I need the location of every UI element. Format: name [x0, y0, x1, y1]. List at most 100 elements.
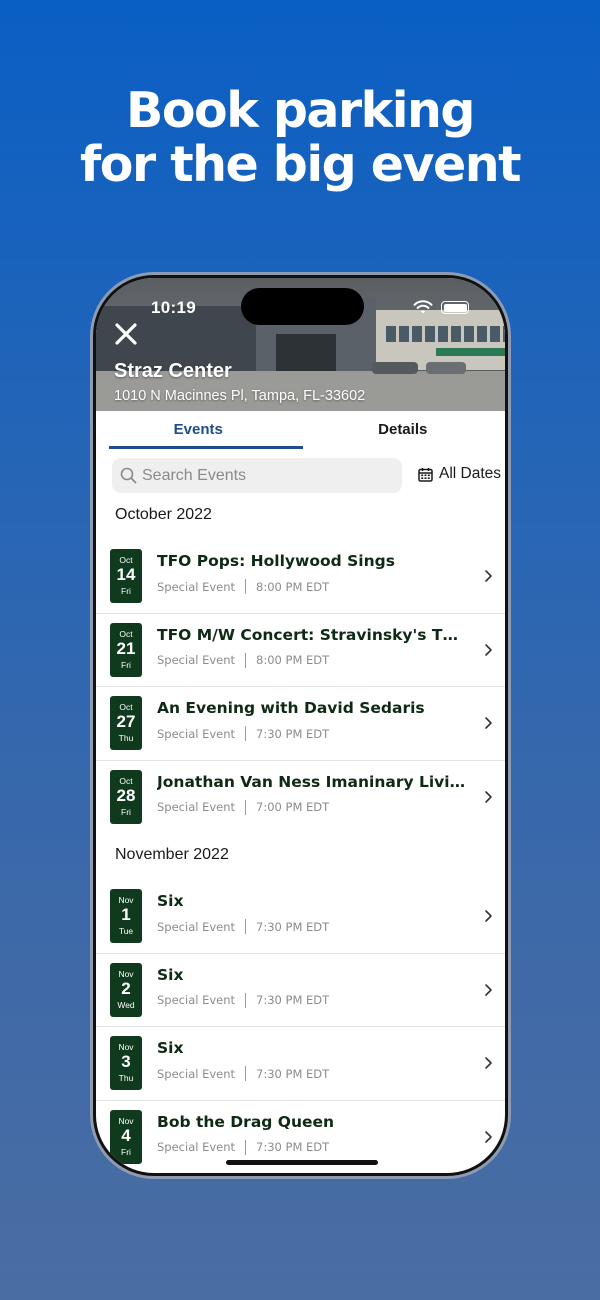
event-title: An Evening with David Sedaris — [157, 699, 425, 717]
event-title: Six — [157, 965, 184, 984]
meta-divider — [245, 726, 247, 741]
event-time: 7:30 PM EDT — [256, 1140, 330, 1154]
badge-day: 27 — [116, 712, 136, 731]
date-badge: Oct 28 Fri — [110, 769, 142, 824]
headline-line-2: for the big event — [79, 136, 522, 193]
meta-divider — [245, 919, 247, 934]
month-header: November 2022 — [115, 846, 229, 863]
event-meta: Special Event 7:00 PM EDT — [157, 799, 330, 815]
badge-day: 4 — [121, 1125, 131, 1145]
badge-month: Oct — [119, 555, 133, 565]
phone-frame: 10:19 Straz Center 1010 N Macinnes Pl, T… — [90, 272, 511, 1179]
meta-divider — [245, 992, 247, 1008]
battery-icon — [441, 301, 469, 314]
event-type: Special Event — [157, 800, 236, 814]
event-row[interactable]: Oct 28 Fri Jonathan Van Ness Imaninary L… — [96, 761, 505, 835]
event-row[interactable]: Oct 14 Fri TFO Pops: Hollywood Sings Spe… — [96, 540, 505, 614]
badge-weekday: Fri — [121, 659, 131, 670]
headline-line-1: Book parking — [126, 82, 475, 139]
chevron-right-icon — [485, 570, 492, 582]
chevron-right-icon — [485, 790, 492, 803]
chevron-right-icon — [485, 1130, 492, 1143]
building-shape — [376, 310, 505, 370]
badge-day: 21 — [116, 638, 136, 658]
event-time: 8:00 PM EDT — [256, 579, 330, 594]
meta-divider — [245, 1139, 247, 1155]
car-shape — [372, 362, 418, 374]
event-meta: Special Event 7:30 PM EDT — [157, 992, 329, 1008]
all-dates-label: All Dates — [439, 465, 502, 482]
badge-month: Nov — [118, 1042, 134, 1052]
badge-weekday: Fri — [121, 806, 131, 817]
badge-month: Nov — [118, 1115, 134, 1126]
date-badge: Oct 21 Fri — [110, 622, 142, 677]
meta-divider — [245, 799, 247, 815]
event-type: Special Event — [157, 1066, 236, 1081]
badge-weekday: Thu — [118, 733, 134, 743]
event-row[interactable]: Nov 2 Wed Six Special Event 7:30 PM EDT — [96, 954, 505, 1027]
calendar-icon — [418, 467, 433, 482]
status-bar-time: 10:19 — [151, 298, 196, 317]
chevron-right-icon — [485, 717, 492, 729]
badge-weekday: Tue — [118, 926, 134, 936]
date-badge: Nov 2 Wed — [110, 962, 142, 1017]
meta-divider — [245, 579, 247, 594]
event-meta: Special Event 8:00 PM EDT — [157, 579, 329, 594]
date-badge: Nov 4 Fri — [110, 1109, 142, 1164]
month-header: October 2022 — [115, 506, 212, 523]
event-title: Jonathan Van Ness Imaninary Living... — [157, 772, 467, 791]
event-type: Special Event — [157, 579, 236, 594]
event-row[interactable]: Oct 27 Thu An Evening with David Sedaris… — [96, 687, 505, 761]
search-row: All Dates — [96, 458, 505, 494]
awning-shape — [436, 348, 505, 356]
event-type: Special Event — [157, 1140, 236, 1154]
event-row[interactable]: Nov 1 Tue Six Special Event 7:30 PM EDT — [96, 880, 505, 954]
event-time: 7:30 PM EDT — [256, 1066, 330, 1081]
car-shape — [426, 362, 466, 374]
search-box[interactable] — [112, 458, 402, 493]
event-list: October 2022 Oct 14 Fri TFO Pops: Hollyw… — [96, 500, 505, 1173]
tab-events[interactable]: Events — [96, 411, 302, 449]
status-bar-icons — [413, 300, 469, 315]
event-meta: Special Event 7:30 PM EDT — [157, 726, 329, 741]
event-time: 7:00 PM EDT — [256, 800, 330, 814]
event-time: 8:00 PM EDT — [256, 653, 330, 667]
badge-month: Nov — [118, 968, 134, 979]
event-time: 7:30 PM EDT — [256, 919, 330, 934]
app-screen: 10:19 Straz Center 1010 N Macinnes Pl, T… — [96, 278, 505, 1173]
venue-name: Straz Center — [114, 360, 232, 382]
event-title: TFO M/W Concert: Stravinsky's The Ri... — [157, 625, 467, 644]
event-time: 7:30 PM EDT — [256, 726, 330, 741]
meta-divider — [245, 1066, 247, 1081]
chevron-right-icon — [485, 983, 492, 996]
home-indicator[interactable] — [226, 1160, 378, 1165]
date-badge: Nov 3 Thu — [110, 1036, 142, 1090]
venue-address: 1010 N Macinnes Pl, Tampa, FL-33602 — [114, 388, 366, 404]
badge-day: 14 — [116, 565, 136, 584]
chevron-right-icon — [485, 1057, 492, 1069]
badge-month: Oct — [119, 702, 133, 712]
wifi-icon — [413, 300, 433, 314]
promo-headline: Book parking for the big event — [0, 84, 600, 192]
badge-day: 3 — [121, 1052, 131, 1071]
badge-month: Nov — [118, 895, 134, 905]
badge-month: Oct — [119, 775, 133, 786]
badge-day: 2 — [121, 978, 131, 998]
event-title: Six — [157, 1039, 184, 1057]
search-icon — [120, 467, 137, 484]
badge-weekday: Fri — [121, 1146, 131, 1157]
event-type: Special Event — [157, 653, 236, 667]
close-icon[interactable] — [112, 320, 140, 348]
date-badge: Nov 1 Tue — [110, 889, 142, 943]
search-input[interactable] — [142, 458, 397, 493]
all-dates-button[interactable]: All Dates — [418, 465, 501, 483]
tab-details[interactable]: Details — [301, 411, 506, 449]
event-row[interactable]: Oct 21 Fri TFO M/W Concert: Stravinsky's… — [96, 614, 505, 687]
badge-day: 1 — [121, 905, 131, 924]
chevron-right-icon — [485, 643, 492, 656]
badge-weekday: Fri — [121, 586, 131, 596]
date-badge: Oct 27 Thu — [110, 696, 142, 750]
event-meta: Special Event 7:30 PM EDT — [157, 919, 329, 934]
badge-month: Oct — [119, 628, 133, 639]
event-row[interactable]: Nov 3 Thu Six Special Event 7:30 PM EDT — [96, 1027, 505, 1101]
